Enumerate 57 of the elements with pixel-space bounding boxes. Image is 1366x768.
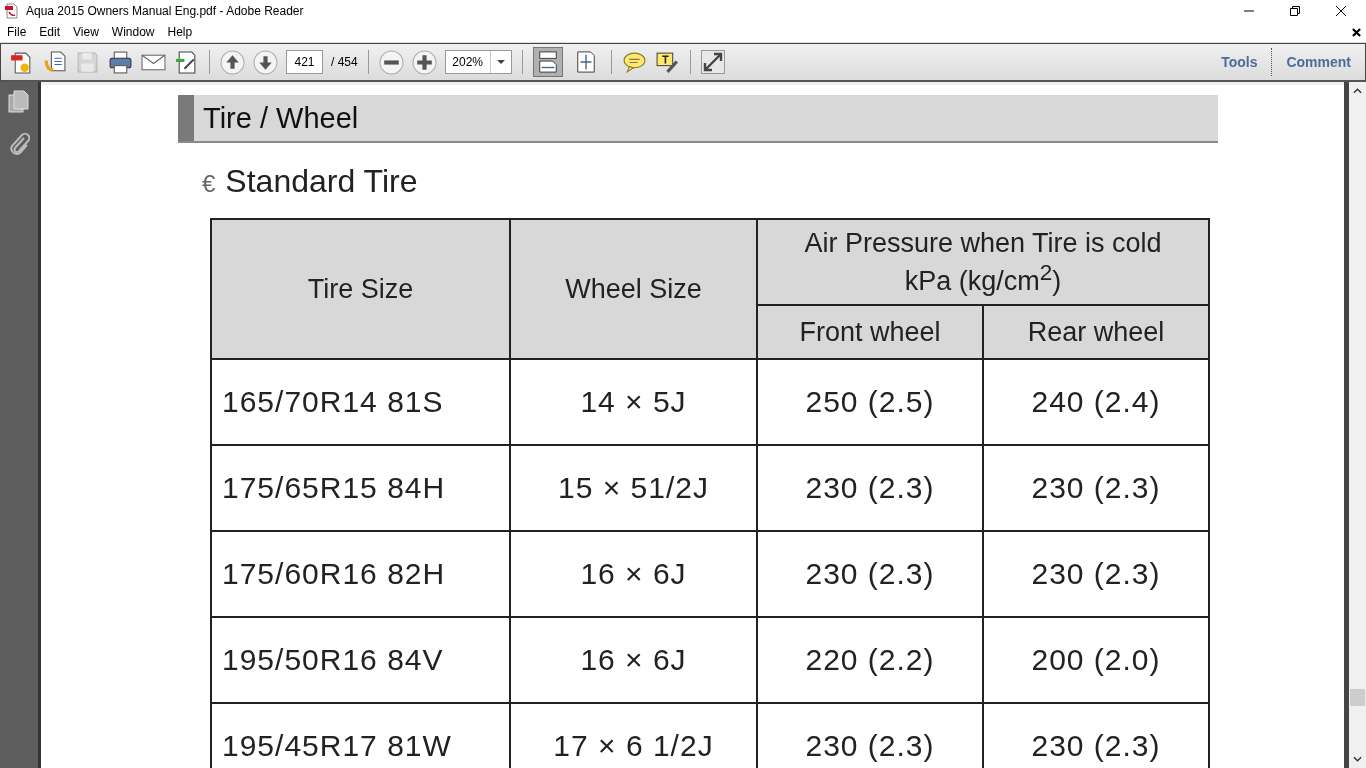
scroll-down-icon[interactable] — [1353, 756, 1362, 762]
menu-item[interactable]: View — [72, 25, 106, 39]
caret-icon — [496, 60, 505, 64]
print-icon[interactable] — [108, 49, 133, 75]
column-header: Air Pressure when Tire is cold kPa (kg/cm$^{2}$) — [757, 219, 1209, 305]
heading-accent-bar — [178, 95, 194, 141]
table-cell: 175/60R16 82H — [211, 531, 510, 617]
comment-bubble-icon[interactable] — [621, 49, 647, 75]
menu-item[interactable]: File — [6, 25, 34, 39]
menu-item[interactable]: Edit — [38, 25, 68, 39]
column-header: Wheel Size — [510, 219, 757, 359]
table-cell: 230 (2.3) — [983, 531, 1209, 617]
scroll-thumb[interactable] — [1350, 689, 1365, 706]
table-cell: 16 × 6J — [510, 531, 757, 617]
close-document-icon[interactable] — [1352, 27, 1361, 37]
table-cell: 165/70R14 81S — [211, 359, 510, 445]
table-cell: 250 (2.5) — [757, 359, 983, 445]
table-cell: 230 (2.3) — [983, 445, 1209, 531]
table-cell: 240 (2.4) — [983, 359, 1209, 445]
table-cell: 220 (2.2) — [757, 617, 983, 703]
panel-tab[interactable]: Comment — [1280, 54, 1357, 70]
menu-item[interactable]: Help — [166, 25, 200, 39]
pdf-file-icon — [4, 3, 20, 19]
scrollbar[interactable] — [1344, 82, 1366, 768]
column-header: Rear wheel — [983, 305, 1209, 359]
window-title: Aqua 2015 Owners Manual Eng.pdf - Adobe Reader — [26, 4, 305, 18]
fit-width-button[interactable] — [532, 47, 563, 77]
table-cell: 175/65R15 84H — [211, 445, 510, 531]
table-cell: 16 × 6J — [510, 617, 757, 703]
table-cell: 195/45R17 81W — [211, 703, 510, 768]
next-page-icon[interactable] — [253, 49, 278, 75]
previous-page-icon[interactable] — [220, 49, 245, 75]
table-cell: 200 (2.0) — [983, 617, 1209, 703]
table-cell: 15 × 51/2J — [510, 445, 757, 531]
table-cell: 195/50R16 84V — [211, 617, 510, 703]
table-cell: 230 (2.3) — [757, 445, 983, 531]
table-cell: 14 × 5J — [510, 359, 757, 445]
zoom-out-icon[interactable] — [378, 49, 404, 75]
restore-icon[interactable] — [1290, 6, 1300, 16]
page-total: / 454 — [331, 55, 358, 69]
scroll-up-icon[interactable] — [1353, 88, 1362, 94]
panel-tab[interactable]: Tools — [1215, 54, 1264, 70]
close-icon[interactable] — [1336, 6, 1346, 16]
full-screen-icon[interactable] — [700, 50, 725, 74]
column-header: Front wheel — [757, 305, 983, 359]
zoom-dropdown[interactable]: 202% — [444, 50, 512, 74]
subsection-heading: Standard Tire — [225, 163, 418, 200]
menu-item[interactable]: Window — [110, 25, 162, 39]
paperclip-icon[interactable] — [8, 132, 30, 156]
zoom-in-icon[interactable] — [411, 49, 437, 75]
table-cell: 230 (2.3) — [757, 531, 983, 617]
bullet-symbol: € — [202, 170, 216, 198]
highlight-text-icon[interactable] — [654, 49, 680, 75]
page-number-field[interactable]: 421 — [286, 50, 323, 74]
column-header: Tire Size — [211, 219, 510, 359]
section-heading: Tire / Wheel — [202, 100, 359, 136]
pages-icon[interactable] — [8, 90, 30, 114]
